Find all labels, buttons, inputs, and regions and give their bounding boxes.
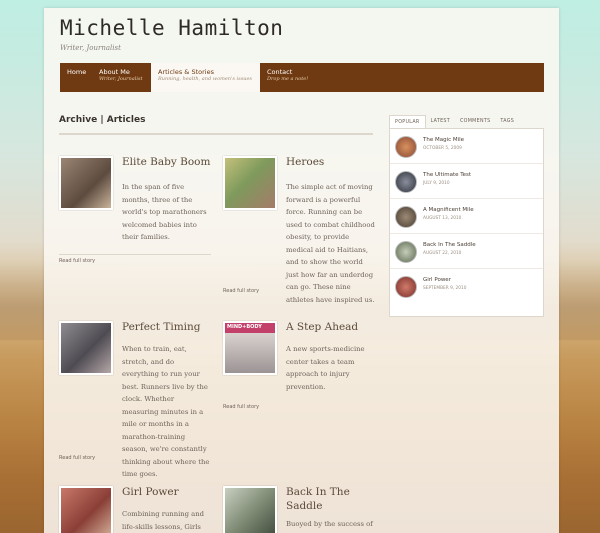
nav-home-label: Home: [67, 68, 87, 76]
thumb-label: MIND+BODY: [227, 324, 262, 330]
post-excerpt: A new sports-medicine center takes a tea…: [286, 343, 377, 393]
item-thumbnail: [395, 136, 417, 158]
post-title[interactable]: Girl Power: [122, 486, 222, 500]
nav-contact-sub: Drop me a note!: [267, 76, 309, 83]
post-thumbnail[interactable]: [59, 321, 113, 375]
post-title[interactable]: Back In The Saddle: [286, 486, 386, 513]
item-thumbnail: [395, 241, 417, 263]
post-excerpt: Buoyed by the success of: [286, 518, 377, 531]
popular-list: The Magic Mile OCTOBER 5, 2009 The Ultim…: [389, 129, 544, 317]
post-excerpt: When to train, eat, stretch, and do ever…: [122, 343, 211, 481]
post-title[interactable]: Perfect Timing: [122, 321, 222, 335]
post-title[interactable]: A Step Ahead: [286, 321, 386, 335]
tab-comments[interactable]: COMMENTS: [455, 115, 495, 128]
post-excerpt-text: A new sports-medicine center takes a tea…: [286, 345, 365, 391]
nav-about[interactable]: About Me Writer, Journalist: [92, 63, 151, 92]
item-date: OCTOBER 5, 2009: [423, 146, 462, 151]
read-more-link[interactable]: Read full story: [223, 404, 259, 410]
nav-articles-label: Articles & Stories: [158, 68, 214, 76]
post-excerpt-text: When to train, eat, stretch, and do ever…: [122, 345, 210, 478]
item-date: AUGUST 22, 2010: [423, 251, 462, 256]
item-title[interactable]: The Ultimate Test: [423, 172, 471, 178]
post-thumbnail[interactable]: [59, 486, 113, 533]
tab-latest[interactable]: LATEST: [426, 115, 455, 128]
nav-about-label: About Me: [99, 68, 130, 76]
widget-tabs: POPULAR LATEST COMMENTS TAGS: [389, 115, 544, 129]
item-date: JULY 9, 2010: [423, 181, 450, 186]
read-more-link[interactable]: Read full story: [59, 258, 95, 264]
post-title[interactable]: Elite Baby Boom: [122, 156, 222, 170]
main-nav: Home About Me Writer, Journalist Article…: [60, 63, 544, 92]
list-item[interactable]: Girl Power SEPTEMBER 9, 2010: [390, 269, 543, 304]
list-item[interactable]: The Ultimate Test JULY 9, 2010: [390, 164, 543, 199]
nav-articles-sub: Running, health, and women's issues: [158, 76, 252, 83]
post-excerpt-text: In the span of five months, three of the…: [122, 183, 207, 241]
post-thumbnail[interactable]: [223, 156, 277, 210]
item-date: SEPTEMBER 9, 2010: [423, 286, 467, 291]
list-item[interactable]: The Magic Mile OCTOBER 5, 2009: [390, 129, 543, 164]
post-excerpt-text: The simple act of moving forward is a po…: [286, 183, 375, 304]
post-thumbnail[interactable]: [223, 486, 277, 533]
post-thumbnail[interactable]: MIND+BODY: [223, 321, 277, 375]
nav-articles[interactable]: Articles & Stories Running, health, and …: [151, 63, 260, 92]
post-excerpt-text: Buoyed by the success of: [286, 520, 373, 528]
archive-divider: [59, 133, 373, 135]
page-container: Michelle Hamilton Writer, Journalist Hom…: [44, 8, 559, 533]
nav-contact-label: Contact: [267, 68, 293, 76]
nav-contact[interactable]: Contact Drop me a note!: [260, 63, 330, 92]
post-excerpt: Combining running and life-skills lesson…: [122, 508, 211, 533]
item-title[interactable]: A Magnificent Mile: [423, 207, 474, 213]
post-excerpt-text: Combining running and life-skills lesson…: [122, 510, 204, 531]
item-thumbnail: [395, 276, 417, 298]
post-thumbnail[interactable]: [59, 156, 113, 210]
post-divider: [59, 254, 211, 255]
list-item[interactable]: Back In The Saddle AUGUST 22, 2010: [390, 234, 543, 269]
list-item[interactable]: A Magnificent Mile AUGUST 13, 2010: [390, 199, 543, 234]
item-date: AUGUST 13, 2010: [423, 216, 462, 221]
archive-title: Archive | Articles: [59, 115, 146, 125]
item-thumbnail: [395, 171, 417, 193]
nav-home[interactable]: Home: [60, 63, 92, 92]
site-tagline: Writer, Journalist: [60, 44, 121, 52]
item-title[interactable]: The Magic Mile: [423, 137, 464, 143]
item-title[interactable]: Girl Power: [423, 277, 451, 283]
tab-popular[interactable]: POPULAR: [389, 115, 426, 128]
post-excerpt: The simple act of moving forward is a po…: [286, 181, 377, 306]
item-thumbnail: [395, 206, 417, 228]
site-title[interactable]: Michelle Hamilton: [60, 16, 283, 40]
nav-about-sub: Writer, Journalist: [99, 76, 143, 83]
read-more-link[interactable]: Read full story: [59, 455, 95, 461]
post-excerpt-wrap-1: In the span of five months, three of the…: [122, 181, 211, 244]
post-title[interactable]: Heroes: [286, 156, 386, 170]
tab-tags[interactable]: TAGS: [495, 115, 519, 128]
item-title[interactable]: Back In The Saddle: [423, 242, 476, 248]
sidebar-widget: POPULAR LATEST COMMENTS TAGS The Magic M…: [389, 115, 544, 318]
read-more-link[interactable]: Read full story: [223, 288, 259, 294]
